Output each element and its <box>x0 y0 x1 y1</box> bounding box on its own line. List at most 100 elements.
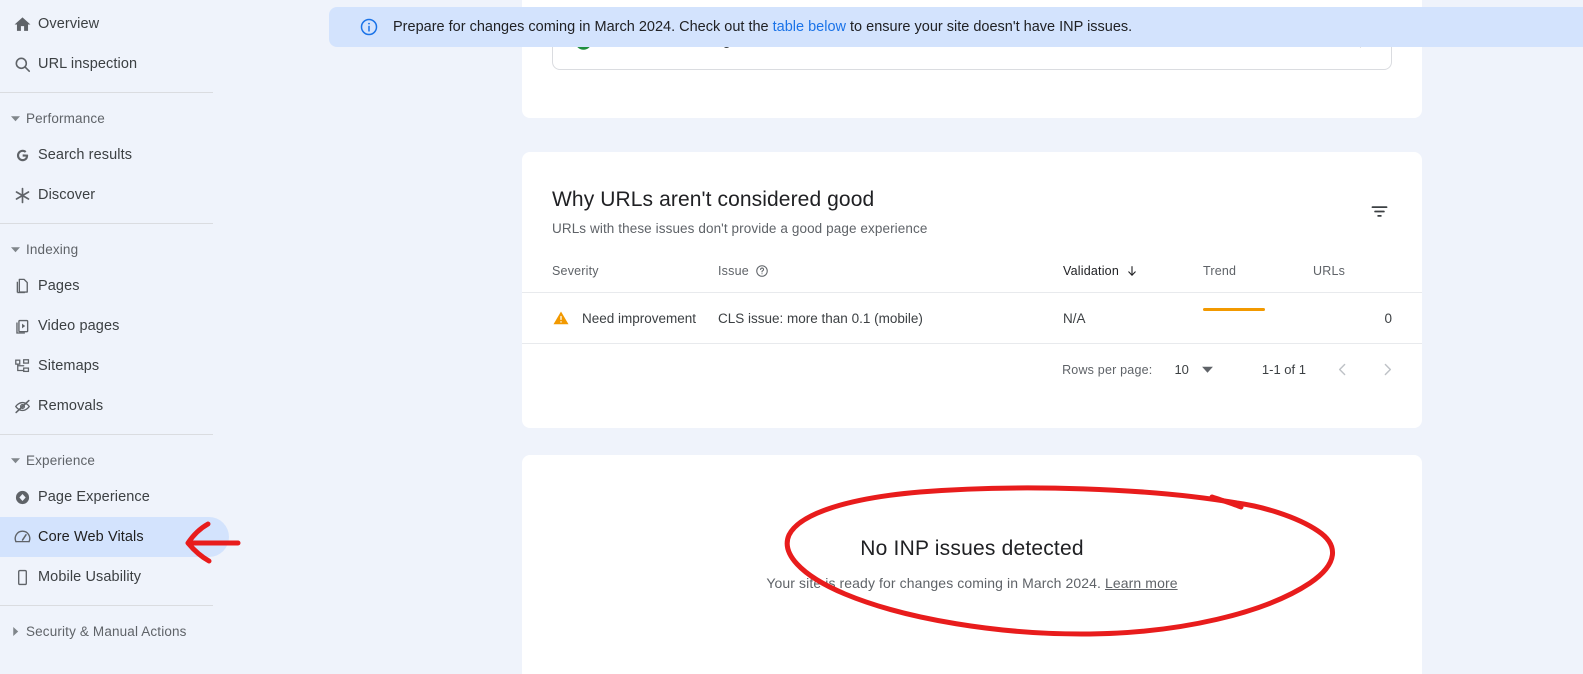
inp-subtitle-text: Your site is ready for changes coming in… <box>766 575 1106 591</box>
sidebar-item-label: Page Experience <box>38 489 150 505</box>
sidebar-item-label: Video pages <box>38 318 120 334</box>
google-g-icon <box>6 146 38 165</box>
column-header-severity[interactable]: Severity <box>522 258 718 293</box>
sidebar-section-label: Security & Manual Actions <box>26 623 187 639</box>
sidebar-item-search-results[interactable]: Search results <box>0 135 229 175</box>
sidebar-item-core-web-vitals[interactable]: Core Web Vitals <box>0 517 229 557</box>
info-circle-icon <box>359 17 379 37</box>
pages-icon <box>6 277 38 296</box>
main-content: View data about good URLs Why URLs aren'… <box>229 0 1583 674</box>
caret-right-icon <box>4 626 26 636</box>
learn-more-link[interactable]: Learn more <box>1105 575 1178 591</box>
table-below-link[interactable]: table below <box>773 19 846 35</box>
table-header-row: Severity Issue Validation Trend URLs <box>522 258 1422 293</box>
mobile-phone-icon <box>6 568 38 587</box>
sidebar-item-label: URL inspection <box>38 56 138 72</box>
sidebar-divider <box>0 605 213 606</box>
sidebar-item-label: Removals <box>38 398 104 414</box>
sidebar-section-label: Performance <box>26 110 105 126</box>
sidebar-item-url-inspection[interactable]: URL inspection <box>0 44 229 84</box>
page-experience-icon <box>6 488 38 507</box>
sidebar-section-experience[interactable]: Experience <box>0 443 229 477</box>
pagination-bar: Rows per page: 10 1-1 of 1 <box>522 344 1422 378</box>
sidebar-section-label: Experience <box>26 452 96 468</box>
sidebar-item-label: Search results <box>38 147 133 163</box>
inp-status-card: No INP issues detected Your site is read… <box>522 455 1422 674</box>
search-icon <box>6 55 38 74</box>
cell-issue: CLS issue: more than 0.1 (mobile) <box>718 292 1063 344</box>
cell-severity: Need improvement <box>522 292 718 344</box>
sidebar-item-label: Pages <box>38 278 80 294</box>
sidebar-item-video-pages[interactable]: Video pages <box>0 306 229 346</box>
caret-down-icon <box>4 245 26 254</box>
sidebar-item-label: Mobile Usability <box>38 569 142 585</box>
issues-table: Severity Issue Validation Trend URLs Nee… <box>522 258 1422 344</box>
sidebar: Overview URL inspection Performance Sear… <box>0 0 229 674</box>
column-label: URLs <box>1313 264 1346 278</box>
sidebar-item-mobile-usability[interactable]: Mobile Usability <box>0 557 229 597</box>
no-inp-issues-detected: No INP issues detected <box>860 537 1084 560</box>
caret-down-icon <box>4 114 26 123</box>
video-pages-icon <box>6 317 38 336</box>
sidebar-item-removals[interactable]: Removals <box>0 386 229 426</box>
rows-per-page-value[interactable]: 10 <box>1174 362 1188 377</box>
sidebar-item-page-experience[interactable]: Page Experience <box>0 477 229 517</box>
cell-trend <box>1203 292 1313 344</box>
home-icon <box>6 15 38 34</box>
banner-text-after: to ensure your site doesn't have INP iss… <box>846 19 1133 35</box>
rows-per-page-label: Rows per page: <box>1062 362 1153 377</box>
sidebar-item-sitemaps[interactable]: Sitemaps <box>0 346 229 386</box>
card-subtitle: URLs with these issues don't provide a g… <box>552 221 928 236</box>
sidebar-section-indexing[interactable]: Indexing <box>0 232 229 266</box>
banner-text: Prepare for changes coming in March 2024… <box>393 19 1132 35</box>
sidebar-divider <box>0 434 213 435</box>
sidebar-item-overview[interactable]: Overview <box>0 4 229 44</box>
sidebar-item-label: Core Web Vitals <box>38 529 144 545</box>
chevron-left-icon[interactable] <box>1334 361 1351 378</box>
sidebar-item-pages[interactable]: Pages <box>0 266 229 306</box>
severity-label: Need improvement <box>582 310 697 326</box>
sidebar-item-label: Overview <box>38 16 100 32</box>
removals-eye-slash-icon <box>6 397 38 416</box>
discover-asterisk-icon <box>6 186 38 205</box>
help-circle-icon[interactable] <box>755 264 769 278</box>
caret-down-icon <box>4 456 26 465</box>
page-title: Why URLs aren't considered good <box>552 188 875 211</box>
column-header-urls[interactable]: URLs <box>1313 258 1422 293</box>
sidebar-section-performance[interactable]: Performance <box>0 101 229 135</box>
banner-text-before: Prepare for changes coming in March 2024… <box>393 19 773 35</box>
sidebar-divider <box>0 223 213 224</box>
sidebar-item-label: Discover <box>38 187 96 203</box>
why-urls-not-good-card: Why URLs aren't considered good URLs wit… <box>522 152 1422 428</box>
issues-card-header: Why URLs aren't considered good URLs wit… <box>522 152 1422 236</box>
inp-subtitle: Your site is ready for changes coming in… <box>766 575 1177 591</box>
warning-triangle-icon <box>552 309 570 327</box>
issues-table-body: Need improvement CLS issue: more than 0.… <box>522 292 1422 344</box>
table-row[interactable]: Need improvement CLS issue: more than 0.… <box>522 292 1422 344</box>
app-root: Overview URL inspection Performance Sear… <box>0 0 1583 674</box>
inp-announcement-banner: Prepare for changes coming in March 2024… <box>329 7 1583 47</box>
sidebar-section-security-manual-actions[interactable]: Security & Manual Actions <box>0 614 229 648</box>
issues-table-head: Severity Issue Validation Trend URLs <box>522 258 1422 293</box>
sidebar-item-discover[interactable]: Discover <box>0 175 229 215</box>
column-label: Severity <box>552 264 599 278</box>
column-label: Issue <box>718 264 749 278</box>
chevron-right-icon[interactable] <box>1379 361 1396 378</box>
column-header-trend[interactable]: Trend <box>1203 258 1313 293</box>
cell-urls: 0 <box>1313 292 1422 344</box>
sidebar-divider <box>0 92 213 93</box>
cell-validation: N/A <box>1063 292 1203 344</box>
column-header-validation[interactable]: Validation <box>1063 258 1203 293</box>
column-header-issue[interactable]: Issue <box>718 258 1063 293</box>
filter-icon[interactable] <box>1362 194 1396 228</box>
core-web-vitals-gauge-icon <box>6 528 38 547</box>
trend-sparkline <box>1203 308 1265 311</box>
sidebar-section-label: Indexing <box>26 241 79 257</box>
sitemaps-icon <box>6 357 38 376</box>
caret-down-icon[interactable] <box>1201 363 1214 376</box>
pagination-range: 1-1 of 1 <box>1261 362 1306 377</box>
column-label: Validation <box>1063 264 1119 278</box>
arrow-down-icon <box>1125 264 1139 278</box>
column-label: Trend <box>1203 264 1237 278</box>
sidebar-item-label: Sitemaps <box>38 358 100 374</box>
